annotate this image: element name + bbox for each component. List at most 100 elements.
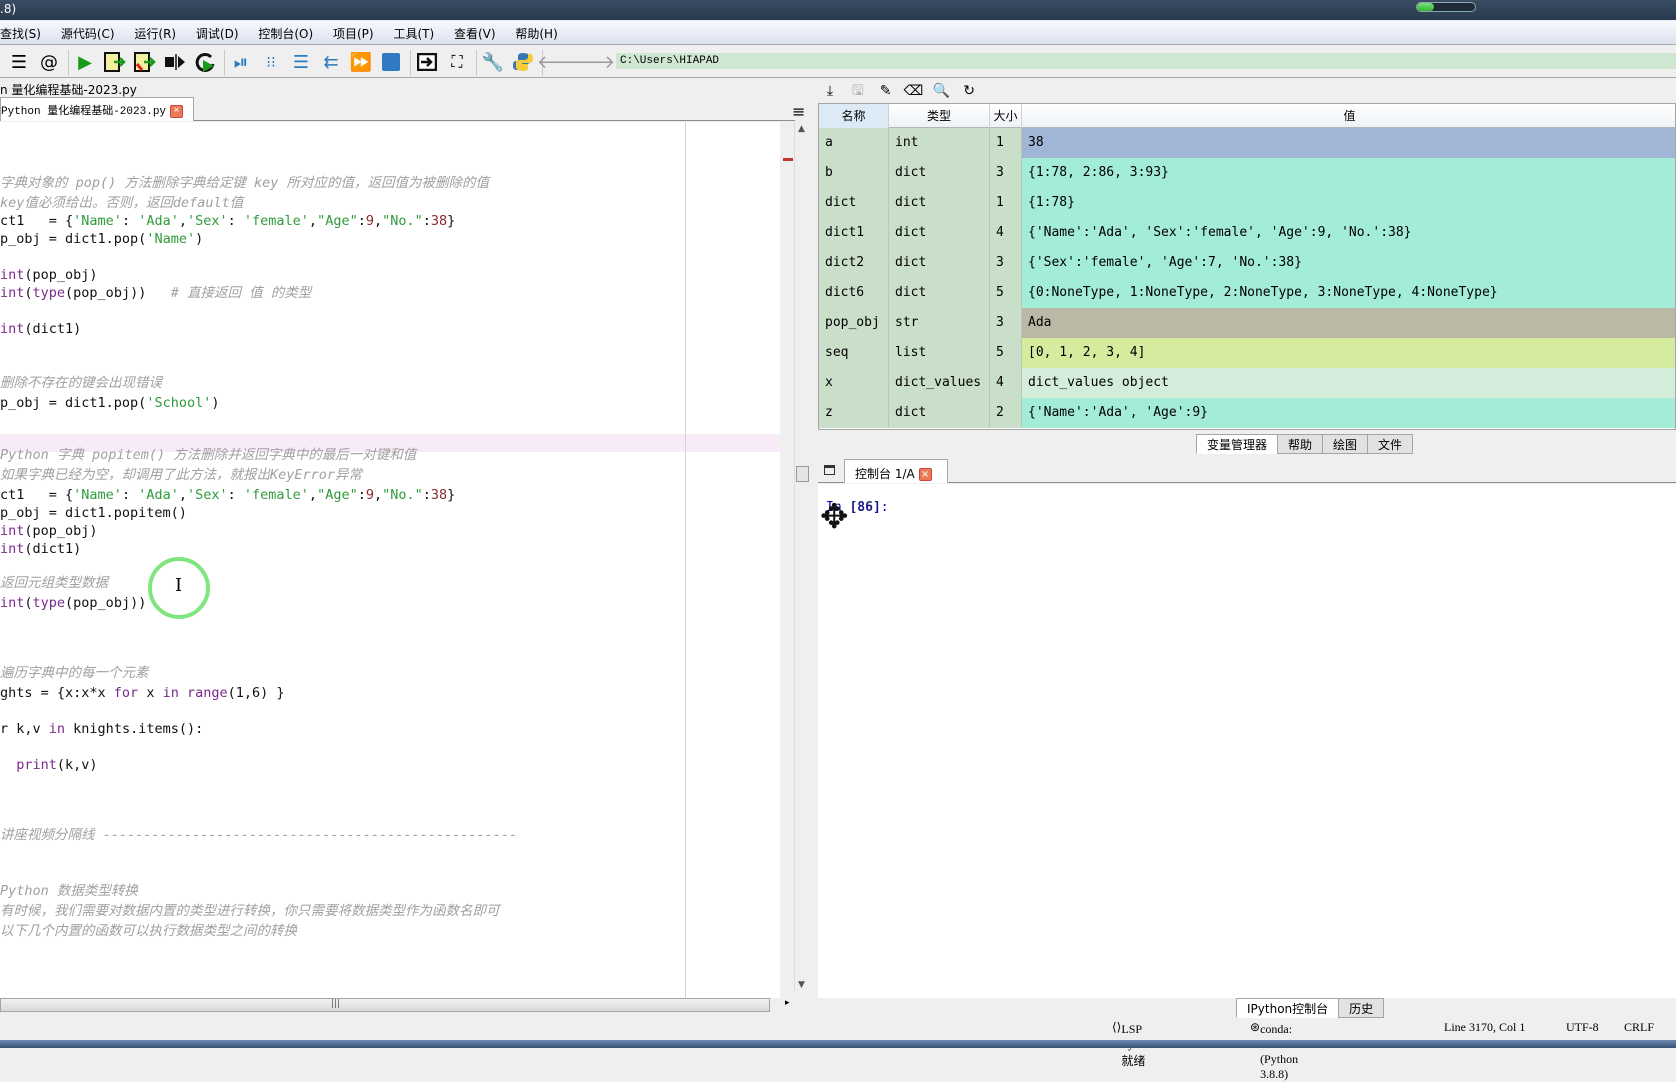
scroll-right-icon[interactable]: ▸ (785, 998, 790, 1008)
var-name: dict2 (819, 248, 889, 278)
code-line: 如果字典已经为空，却调用了此方法，就报出KeyError异常 (0, 467, 363, 483)
continue-icon[interactable]: ⏩ (348, 50, 374, 74)
scroll-up-icon[interactable]: ▲ (798, 124, 805, 134)
editor-tabbar: Python 量化编程基础-2023.py × (0, 97, 795, 121)
tab-history[interactable]: 历史 (1338, 998, 1385, 1018)
working-directory-input[interactable]: C:\Users\HIAPAD (616, 53, 1676, 69)
step-icon[interactable]: ⁝⁝ (258, 50, 284, 74)
run-selection-icon[interactable] (162, 50, 188, 74)
var-value: 38 (1022, 128, 1675, 158)
lsp-status: ⟨⟩LSP Python: 就绪 (1112, 1020, 1159, 1068)
var-value: {'Name':'Ada', 'Sex':'female', 'Age':9, … (1022, 218, 1675, 248)
variable-row[interactable]: z dict 2 {'Name':'Ada', 'Age':9} (819, 398, 1675, 428)
forward-arrow-icon[interactable]: 🡒 (567, 50, 615, 74)
editor-tab[interactable]: Python 量化编程基础-2023.py × (0, 97, 194, 121)
step-into-icon[interactable]: ☰ (288, 50, 314, 74)
var-size: 3 (990, 248, 1022, 278)
menu-source[interactable]: 源代码(C) (61, 21, 124, 42)
variable-row[interactable]: b dict 3 {1:78, 2:86, 3:93} (819, 158, 1675, 188)
menu-console[interactable]: 控制台(O) (258, 21, 322, 42)
menu-tools[interactable]: 工具(T) (393, 21, 443, 42)
save-data-icon[interactable]: 🖫 (846, 80, 870, 104)
code-line: int(pop_obj) (0, 523, 98, 539)
scroll-grip-icon[interactable]: ||| (331, 999, 340, 1009)
ipython-console[interactable]: In [86]: (818, 484, 1676, 998)
var-size: 5 (990, 338, 1022, 368)
scroll-thumb[interactable] (796, 466, 809, 482)
import-data-icon[interactable]: ⤓ (818, 83, 842, 99)
menu-project[interactable]: 项目(P) (333, 21, 383, 42)
close-console-icon[interactable]: × (918, 468, 932, 481)
outline-icon[interactable]: ☰ (6, 50, 32, 74)
var-type: dict (889, 218, 990, 248)
close-tab-icon[interactable]: × (170, 104, 184, 118)
variable-row[interactable]: a int 1 38 (819, 128, 1675, 158)
refresh-icon[interactable]: ↻ (957, 83, 981, 99)
search-icon[interactable]: 🔍 (929, 83, 953, 99)
menu-run[interactable]: 运行(R) (134, 21, 185, 42)
var-size: 3 (990, 158, 1022, 188)
var-size: 4 (990, 218, 1022, 248)
var-type: dict_values (889, 368, 990, 398)
variable-row[interactable]: pop_obj str 3 Ada (819, 308, 1675, 338)
header-type[interactable]: 类型 (889, 104, 990, 128)
at-icon[interactable]: @ (36, 50, 62, 74)
fullscreen-icon[interactable]: ⛶ (444, 50, 470, 74)
code-line: Python 数据类型转换 (0, 883, 138, 899)
cursor-position: Line 3170, Col 1 (1444, 1020, 1526, 1034)
eraser-icon[interactable]: ⌫ (901, 83, 925, 99)
memory-progress (1416, 2, 1476, 12)
editor-vertical-scrollbar[interactable]: ▲ ▼ (783, 122, 810, 992)
var-name: b (819, 158, 889, 188)
code-line: r k,v in knights.items(): (0, 721, 204, 737)
bottom-tabs: IPython控制台 历史 (1236, 998, 1385, 1018)
tab-help[interactable]: 帮助 (1277, 434, 1324, 454)
console-tab[interactable]: 控制台 1/A × (844, 459, 948, 483)
debug-icon[interactable]: ⏯ (228, 50, 254, 74)
run-icon[interactable]: ▶ (72, 50, 98, 74)
code-line: int(type(pop_obj)) # 直接返回 值 的类型 (0, 285, 312, 301)
menu-debug[interactable]: 调试(D) (196, 21, 248, 42)
variable-row[interactable]: dict6 dict 5 {0:NoneType, 1:NoneType, 2:Non… (819, 278, 1675, 308)
step-return-icon[interactable]: ⇇ (318, 50, 344, 74)
variable-row[interactable]: dict dict 1 {1:78} (819, 188, 1675, 218)
maximize-pane-icon[interactable] (414, 50, 440, 74)
python-icon[interactable] (510, 50, 536, 74)
run-cell-icon[interactable] (102, 50, 128, 74)
code-line: p_obj = dict1.popitem() (0, 505, 187, 521)
var-type: dict (889, 278, 990, 308)
code-line: 以下几个内置的函数可以执行数据类型之间的转换 (0, 923, 297, 939)
tab-files[interactable]: 文件 (1367, 434, 1414, 454)
os-taskbar (0, 1040, 1676, 1048)
window-title: .8) (0, 2, 17, 16)
variable-row[interactable]: seq list 5 [0, 1, 2, 3, 4] (819, 338, 1675, 368)
var-value: {'Sex':'female', 'Age':7, 'No.':38} (1022, 248, 1675, 278)
scroll-down-icon[interactable]: ▼ (798, 980, 805, 990)
menu-help[interactable]: 帮助(H) (515, 21, 566, 42)
variable-row[interactable]: dict2 dict 3 {'Sex':'female', 'Age':7, 'No.… (819, 248, 1675, 278)
save-as-icon[interactable]: ✎ (874, 83, 898, 99)
header-size[interactable]: 大小 (990, 104, 1022, 128)
header-value[interactable]: 值 (1022, 104, 1675, 128)
code-line: key值必须给出。否则，返回default值 (0, 195, 244, 211)
var-type: dict (889, 158, 990, 188)
var-name: z (819, 398, 889, 428)
editor-horizontal-scrollbar[interactable]: ||| ▸ (0, 998, 790, 1012)
code-editor[interactable]: 字典对象的 pop() 方法删除字典给定键 key 所对应的值，返回值为被删除的… (0, 122, 780, 998)
wrench-icon[interactable]: 🔧 (480, 50, 506, 74)
conda-status: ⊛conda: base (Python 3.8.8) (1250, 1020, 1299, 1081)
tab-variable-explorer[interactable]: 变量管理器 (1196, 434, 1279, 454)
pane-options-menu-icon[interactable]: ≡ (792, 102, 805, 121)
menu-search[interactable]: 查找(S) (0, 21, 50, 42)
tab-plots[interactable]: 绘图 (1322, 434, 1369, 454)
header-name[interactable]: 名称 (819, 104, 889, 128)
menu-view[interactable]: 查看(V) (454, 21, 505, 42)
rerun-icon[interactable] (192, 50, 218, 74)
var-size: 4 (990, 368, 1022, 398)
console-browse-icon[interactable] (824, 465, 835, 475)
stop-icon[interactable] (378, 50, 404, 74)
tab-ipython-console[interactable]: IPython控制台 (1236, 998, 1340, 1018)
variable-row[interactable]: x dict_values 4 dict_values object (819, 368, 1675, 398)
run-cell-advance-icon[interactable] (132, 50, 158, 74)
variable-row[interactable]: dict1 dict 4 {'Name':'Ada', 'Sex':'female',… (819, 218, 1675, 248)
